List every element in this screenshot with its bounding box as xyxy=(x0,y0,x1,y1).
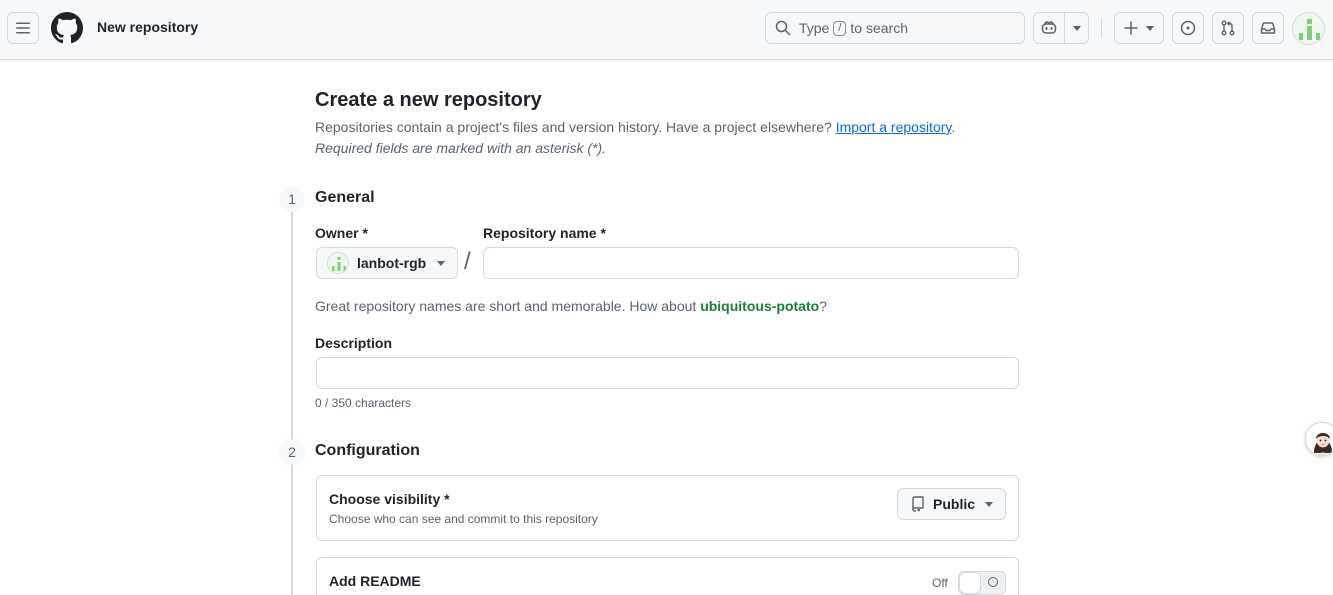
search-icon xyxy=(775,20,791,36)
visibility-select[interactable]: Public xyxy=(897,488,1006,520)
required-fields-note: Required fields are marked with an aster… xyxy=(315,140,607,156)
hint-text: Great repository names are short and mem… xyxy=(315,298,697,314)
visibility-description: Choose who can see and commit to this re… xyxy=(329,512,598,526)
inbox-icon xyxy=(1260,22,1276,34)
page-heading: Create a new repository xyxy=(315,89,542,111)
copilot-button-group xyxy=(1033,12,1089,44)
readme-toggle[interactable] xyxy=(958,571,1006,595)
identicon-icon xyxy=(328,253,348,273)
owner-name: lanbot-rgb xyxy=(357,255,427,271)
repository-name-input[interactable] xyxy=(483,247,1019,279)
search-suffix: to search xyxy=(850,20,909,36)
import-repository-link[interactable]: Import a repository xyxy=(836,119,952,135)
stepper-line xyxy=(291,199,293,595)
toggle-knob xyxy=(959,572,981,594)
caret-down-icon xyxy=(437,261,445,266)
suggested-name-link[interactable]: ubiquitous-potato xyxy=(700,298,819,314)
visibility-card: Choose visibility * Choose who can see a… xyxy=(316,475,1019,541)
header-divider xyxy=(1101,18,1102,38)
caret-down-icon xyxy=(985,502,993,507)
visibility-value: Public xyxy=(933,496,976,512)
hint-question-mark: ? xyxy=(819,298,827,314)
step-number-general: 1 xyxy=(279,186,305,212)
subtitle-text: Repositories contain a project's files a… xyxy=(315,119,832,135)
inbox-button[interactable] xyxy=(1252,12,1284,44)
page-subtitle: Repositories contain a project's files a… xyxy=(315,119,955,135)
visibility-title: Choose visibility * xyxy=(329,491,450,507)
plus-icon xyxy=(1124,21,1138,35)
copilot-icon xyxy=(1041,21,1057,34)
owner-select[interactable]: lanbot-rgb xyxy=(316,247,458,279)
person-avatar-icon xyxy=(1306,423,1333,455)
description-char-counter: 0 / 350 characters xyxy=(315,396,412,410)
menu-button[interactable] xyxy=(7,12,39,44)
search-input[interactable]: Type / to search xyxy=(765,12,1025,44)
repo-icon xyxy=(912,496,924,512)
step-number-configuration: 2 xyxy=(279,439,305,465)
git-pull-request-icon xyxy=(1221,20,1235,36)
owner-repo-separator: / xyxy=(464,248,471,275)
repository-name-hint: Great repository names are short and mem… xyxy=(315,298,827,314)
pull-requests-button[interactable] xyxy=(1212,12,1244,44)
create-new-button[interactable] xyxy=(1114,12,1164,44)
add-readme-title: Add README xyxy=(329,573,421,589)
description-input[interactable] xyxy=(316,357,1019,389)
caret-down-icon xyxy=(1072,25,1081,31)
floating-assistant-avatar[interactable] xyxy=(1305,422,1333,456)
app-header: New repository Type / to search xyxy=(0,0,1333,60)
subtitle-period: . xyxy=(951,119,956,135)
github-logo-icon[interactable] xyxy=(51,12,83,44)
page-title: New repository xyxy=(97,19,199,35)
add-readme-card: Add README Off xyxy=(316,557,1019,595)
issue-opened-icon xyxy=(1180,20,1196,36)
search-shortcut-key: / xyxy=(833,20,847,36)
owner-label: Owner * xyxy=(315,225,368,241)
caret-down-icon xyxy=(1146,25,1154,31)
repository-name-label: Repository name * xyxy=(483,225,606,241)
hamburger-icon xyxy=(16,22,30,34)
toggle-off-icon xyxy=(988,577,998,587)
search-prefix: Type xyxy=(799,20,830,36)
readme-toggle-state: Off xyxy=(932,576,948,590)
section-title-configuration: Configuration xyxy=(315,442,420,459)
identicon-icon xyxy=(1293,13,1324,44)
copilot-menu-button[interactable] xyxy=(1065,13,1088,43)
section-title-general: General xyxy=(315,189,375,206)
owner-avatar xyxy=(327,252,349,274)
copilot-button[interactable] xyxy=(1034,13,1064,43)
user-avatar[interactable] xyxy=(1292,12,1325,45)
description-label: Description xyxy=(315,335,393,351)
issues-button[interactable] xyxy=(1172,12,1204,44)
